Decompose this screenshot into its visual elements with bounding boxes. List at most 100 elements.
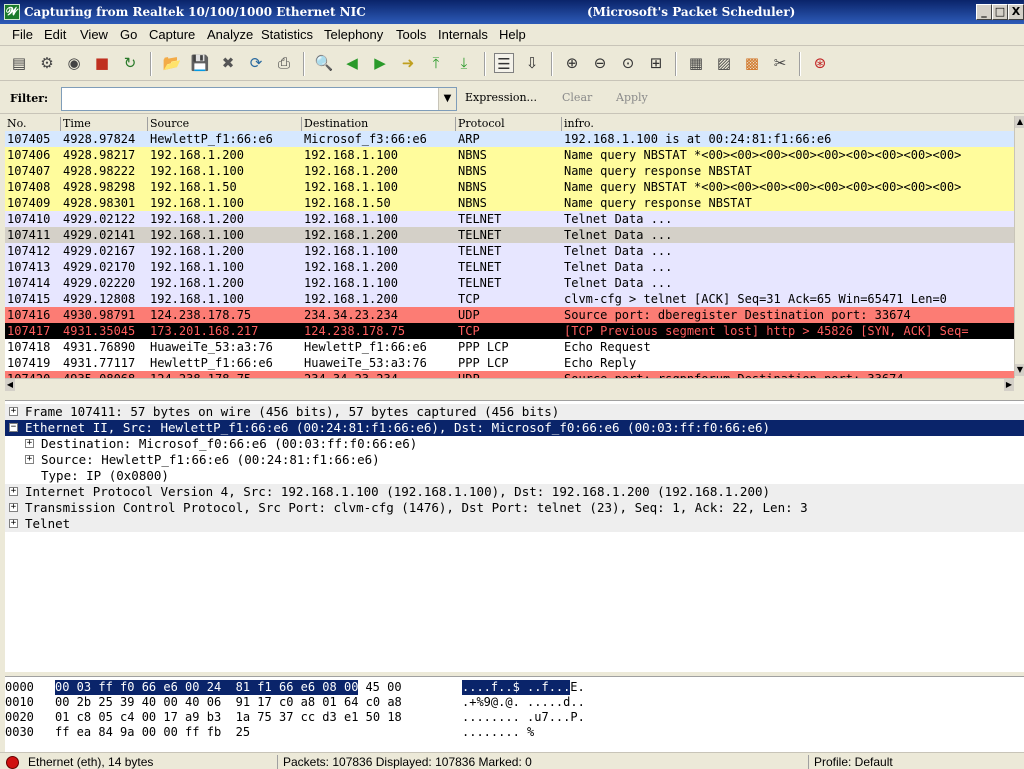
packet-row[interactable]: 107416 4930.98791 124.238.178.75 234.34.23.… <box>5 307 1014 323</box>
packet-row[interactable]: 107415 4929.12808 192.168.1.100 192.168.1.2… <box>5 291 1014 307</box>
detail-tree-item[interactable]: + Telnet <box>5 516 1024 532</box>
ascii-bytes-selected: ....f..$ ..f... <box>462 680 571 695</box>
find-packet-icon[interactable]: 🔍 <box>314 53 334 73</box>
detail-tree-item[interactable]: + Frame 107411: 57 bytes on wire (456 bit… <box>5 404 1024 420</box>
wireshark-app-icon[interactable]: 𝓦 <box>4 4 20 20</box>
packet-row[interactable]: 107417 4931.35045 173.201.168.217 124.238.1… <box>5 323 1014 339</box>
interface-list-icon[interactable]: ▤ <box>9 53 29 73</box>
minimize-button[interactable]: _ <box>976 4 992 20</box>
packet-row[interactable]: 107410 4929.02122 192.168.1.200 192.168.1.1… <box>5 211 1014 227</box>
autoscroll-icon[interactable]: ⇩ <box>522 53 542 73</box>
open-file-icon[interactable]: 📂 <box>162 53 182 73</box>
apply-button[interactable]: Apply <box>616 91 648 104</box>
close-file-icon[interactable]: ✖ <box>218 53 238 73</box>
column-header-no[interactable]: No. <box>5 117 61 131</box>
packet-row[interactable]: 107409 4928.98301 192.168.1.100 192.168.1.5… <box>5 195 1014 211</box>
go-back-icon[interactable]: ◀ <box>342 53 362 73</box>
menu-capture[interactable]: Capture <box>149 27 195 42</box>
detail-tree-item[interactable]: − Ethernet II, Src: HewlettP_f1:66:e6 (00… <box>5 420 1024 436</box>
normal-size-icon[interactable]: ⊙ <box>618 53 638 73</box>
column-header-info[interactable]: infro. <box>562 117 1014 131</box>
hex-row[interactable]: 0030 ff ea 84 9a 00 00 ff fb 25 ........ % <box>5 725 1024 740</box>
menu-telephony[interactable]: Telephony <box>324 27 383 42</box>
menu-help[interactable]: Help <box>499 27 526 42</box>
collapse-icon[interactable]: − <box>9 423 18 432</box>
go-to-packet-icon[interactable]: ➜ <box>398 53 418 73</box>
menu-view[interactable]: View <box>80 27 108 42</box>
menu-internals[interactable]: Internals <box>438 27 488 42</box>
filter-input[interactable] <box>61 87 457 111</box>
resize-columns-icon[interactable]: ⊞ <box>646 53 666 73</box>
detail-tree-item[interactable]: + Destination: Microsof_f0:66:e6 (00:03:f… <box>5 436 1024 452</box>
colorize-icon[interactable]: ☰ <box>494 53 514 73</box>
packet-row[interactable]: 107419 4931.77117 HewlettP_f1:66:e6 HuaweiT… <box>5 355 1014 371</box>
print-icon[interactable]: ⎙ <box>274 53 294 73</box>
close-button[interactable]: X <box>1008 4 1024 20</box>
preferences-icon[interactable]: ✂ <box>770 53 790 73</box>
column-header-protocol[interactable]: Protocol <box>456 117 562 131</box>
column-header-destination[interactable]: Destination <box>302 117 456 131</box>
detail-tree-item[interactable]: + Transmission Control Protocol, Src Port… <box>5 500 1024 516</box>
go-last-icon[interactable]: ⤓ <box>454 53 474 73</box>
reload-icon[interactable]: ⟳ <box>246 53 266 73</box>
menu-go[interactable]: Go <box>120 27 137 42</box>
packet-row[interactable]: 1074204935.08068124.238.178.75234.34.23.… <box>5 371 1014 378</box>
capture-options-icon[interactable]: ⚙ <box>37 53 57 73</box>
packet-row[interactable]: 107411 4929.02141 192.168.1.100 192.168.1.2… <box>5 227 1014 243</box>
detail-tree-item[interactable]: + Internet Protocol Version 4, Src: 192.1… <box>5 484 1024 500</box>
packet-list-horizontal-scrollbar[interactable]: ◀ ▶ <box>5 378 1014 392</box>
packet-row[interactable]: 107414 4929.02220 192.168.1.200 192.168.1.1… <box>5 275 1014 291</box>
packet-row[interactable]: 107407 4928.98222 192.168.1.100 192.168.1.2… <box>5 163 1014 179</box>
expand-icon[interactable]: + <box>25 439 34 448</box>
hex-row[interactable]: 0020 01 c8 05 c4 00 17 a9 b3 1a 75 37 cc … <box>5 710 1024 725</box>
packet-row[interactable]: 107405 4928.97824 HewlettP_f1:66:e6 Microso… <box>5 131 1014 147</box>
menu-edit[interactable]: Edit <box>44 27 66 42</box>
status-profile[interactable]: Profile: Default <box>814 755 893 769</box>
expand-icon[interactable]: + <box>9 503 18 512</box>
ascii-bytes: ........ % <box>462 725 535 739</box>
menu-analyze[interactable]: Analyze <box>207 27 253 42</box>
coloring-rules-icon[interactable]: ▩ <box>742 53 762 73</box>
column-header-time[interactable]: Time <box>61 117 148 131</box>
packet-row[interactable]: 107406 4928.98217 192.168.1.200 192.168.1.1… <box>5 147 1014 163</box>
capture-status-icon[interactable] <box>6 756 19 769</box>
expand-icon[interactable]: + <box>9 519 18 528</box>
stop-capture-icon[interactable]: ■ <box>92 53 112 73</box>
help-icon[interactable]: ⊛ <box>810 53 830 73</box>
expression-button[interactable]: Expression... <box>465 91 537 104</box>
scroll-right-icon[interactable]: ▶ <box>1004 379 1014 391</box>
detail-tree-item[interactable]: Type: IP (0x0800) <box>5 468 1024 484</box>
scroll-left-icon[interactable]: ◀ <box>5 379 15 391</box>
zoom-in-icon[interactable]: ⊕ <box>562 53 582 73</box>
packet-cell-no: 107420 <box>7 371 61 378</box>
expand-icon[interactable]: + <box>25 455 34 464</box>
menu-tools[interactable]: Tools <box>396 27 426 42</box>
scroll-up-icon[interactable]: ▲ <box>1015 116 1024 128</box>
expand-icon[interactable]: + <box>9 487 18 496</box>
go-forward-icon[interactable]: ▶ <box>370 53 390 73</box>
scroll-down-icon[interactable]: ▼ <box>1015 364 1024 376</box>
hex-row[interactable]: 0000 00 03 ff f0 66 e6 00 24 81 f1 66 e6 … <box>5 680 1024 695</box>
filter-dropdown-arrow-icon[interactable]: ▼ <box>438 88 456 110</box>
detail-tree-item[interactable]: + Source: HewlettP_f1:66:e6 (00:24:81:f1:… <box>5 452 1024 468</box>
display-filters-icon[interactable]: ▨ <box>714 53 734 73</box>
menu-file[interactable]: File <box>12 27 33 42</box>
packet-cell-no: 107419 <box>7 356 51 370</box>
zoom-out-icon[interactable]: ⊖ <box>590 53 610 73</box>
packet-list-vertical-scrollbar[interactable]: ▲ ▼ <box>1014 116 1024 378</box>
go-first-icon[interactable]: ⤒ <box>426 53 446 73</box>
start-capture-icon[interactable]: ◉ <box>64 53 84 73</box>
packet-row[interactable]: 107412 4929.02167 192.168.1.200 192.168.1.1… <box>5 243 1014 259</box>
packet-row[interactable]: 107413 4929.02170 192.168.1.100 192.168.1.2… <box>5 259 1014 275</box>
save-file-icon[interactable]: 💾 <box>190 53 210 73</box>
maximize-button[interactable]: □ <box>992 4 1008 20</box>
column-header-source[interactable]: Source <box>148 117 302 131</box>
expand-icon[interactable]: + <box>9 407 18 416</box>
menu-statistics[interactable]: Statistics <box>261 27 313 42</box>
packet-row[interactable]: 107408 4928.98298 192.168.1.50 192.168.1.10… <box>5 179 1014 195</box>
hex-row[interactable]: 0010 00 2b 25 39 40 00 40 06 91 17 c0 a8 … <box>5 695 1024 710</box>
capture-filters-icon[interactable]: ▦ <box>686 53 706 73</box>
restart-capture-icon[interactable]: ↻ <box>120 53 140 73</box>
clear-button[interactable]: Clear <box>562 91 592 104</box>
packet-row[interactable]: 107418 4931.76890 HuaweiTe_53:a3:76 Hewlett… <box>5 339 1014 355</box>
